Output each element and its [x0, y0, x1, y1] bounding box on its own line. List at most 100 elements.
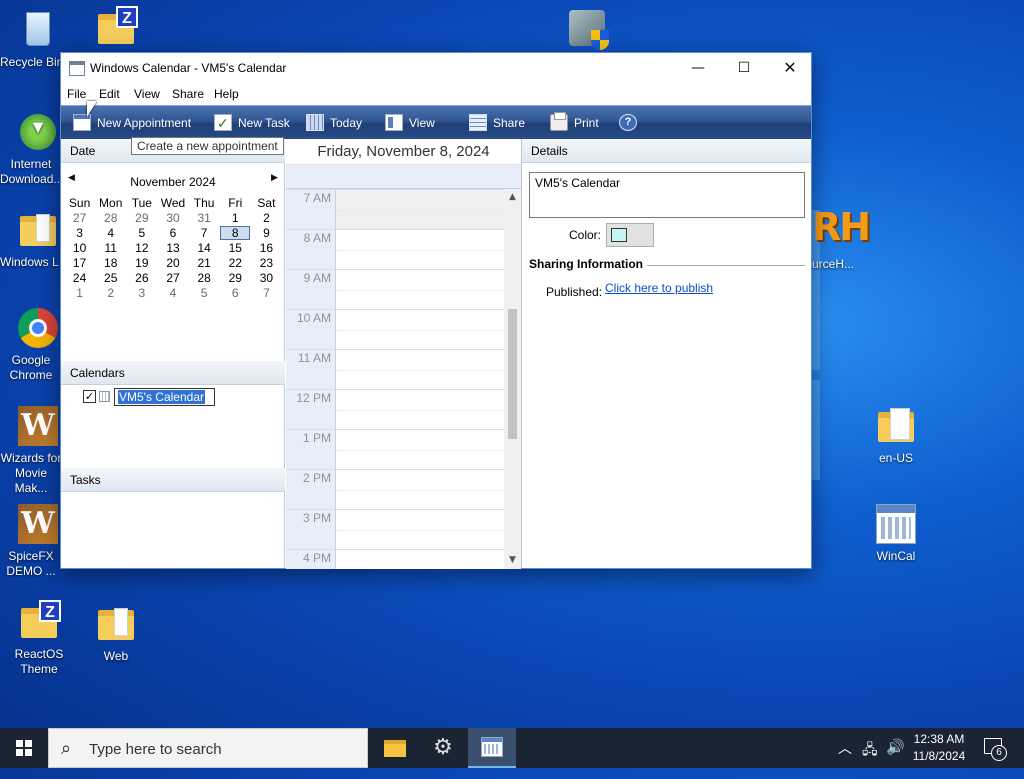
calendar-name-edit-field[interactable]: VM5's Calendar — [114, 388, 215, 406]
calendar-day-cell[interactable]: 23 — [251, 255, 282, 270]
calendar-day-cell[interactable]: 8 — [220, 225, 251, 240]
calendar-day-cell[interactable]: 27 — [157, 270, 188, 285]
calendar-day-cell[interactable]: 5 — [126, 225, 157, 240]
calendar-day-cell[interactable]: 28 — [189, 270, 220, 285]
calendar-day-cell[interactable]: 18 — [95, 255, 126, 270]
calendar-day-number: 31 — [197, 210, 211, 225]
hour-time-slot[interactable] — [336, 550, 504, 569]
gear-icon: ⚙ — [433, 735, 453, 760]
calendar-day-cell[interactable]: 22 — [220, 255, 251, 270]
help-button[interactable]: ? — [619, 113, 637, 133]
calendar-name-field[interactable]: VM5's Calendar — [529, 172, 805, 218]
calendar-day-number: 22 — [228, 255, 242, 270]
taskbar-search-box[interactable]: ⌕ Type here to search — [48, 728, 368, 768]
calendar-day-cell[interactable]: 2 — [95, 285, 126, 300]
windows-calendar-window: Windows Calendar - VM5's Calendar — ☐ ✕ … — [60, 52, 812, 569]
calendar-app-icon — [481, 737, 503, 757]
maximize-button[interactable]: ☐ — [721, 53, 767, 83]
calendar-day-cell[interactable]: 7 — [251, 285, 282, 300]
calendar-day-cell[interactable]: 20 — [157, 255, 188, 270]
next-month-button[interactable]: ▶ — [271, 173, 278, 183]
half-hour-divider — [336, 330, 504, 331]
view-icon — [385, 114, 403, 131]
desktop-icon-shield-app[interactable] — [563, 6, 611, 53]
all-day-events-area[interactable] — [286, 165, 521, 189]
calendar-day-cell[interactable]: 4 — [95, 225, 126, 240]
calendar-visibility-checkbox[interactable]: ✓ — [83, 390, 96, 403]
scroll-thumb[interactable] — [508, 309, 517, 439]
hour-label: 1 PM — [286, 430, 336, 470]
calendar-day-cell[interactable]: 24 — [64, 270, 95, 285]
menu-edit[interactable]: Edit — [99, 87, 120, 101]
desktop-icon-reactos-theme[interactable]: Z ReactOS Theme — [1, 600, 77, 677]
calendar-day-cell[interactable]: 25 — [95, 270, 126, 285]
title-bar[interactable]: Windows Calendar - VM5's Calendar — ☐ ✕ — [61, 53, 811, 83]
calendar-day-cell[interactable]: 29 — [126, 210, 157, 225]
calendar-day-cell[interactable]: 10 — [64, 240, 95, 255]
calendar-day-cell[interactable]: 30 — [251, 270, 282, 285]
calendar-day-cell[interactable]: 3 — [64, 225, 95, 240]
calendar-day-cell[interactable]: 9 — [251, 225, 282, 240]
hour-row: 3 PM — [286, 509, 504, 550]
calendar-day-cell[interactable]: 6 — [220, 285, 251, 300]
calendar-day-cell[interactable]: 1 — [64, 285, 95, 300]
view-button[interactable]: View — [385, 113, 435, 133]
volume-icon[interactable]: 🔊 — [886, 738, 905, 778]
resource-hacker-icon[interactable]: RH — [812, 205, 871, 249]
calendar-week-row: 24 25 26 27 28 29 30 — [64, 270, 282, 285]
calendar-day-cell[interactable]: 6 — [157, 225, 188, 240]
today-button[interactable]: Today — [306, 113, 362, 133]
scroll-down-arrow-icon[interactable]: ▼ — [504, 552, 521, 569]
publish-link[interactable]: Click here to publish — [605, 281, 713, 295]
calendar-day-cell[interactable]: 31 — [189, 210, 220, 225]
desktop-icon-wincal[interactable]: WinCal — [858, 502, 934, 564]
calendar-day-cell[interactable]: 2 — [251, 210, 282, 225]
desktop-icon-zip-folder-top[interactable]: Z — [78, 6, 154, 53]
close-button[interactable]: ✕ — [767, 53, 813, 83]
taskbar-windows-calendar[interactable] — [468, 728, 516, 768]
menu-file[interactable]: File — [67, 87, 86, 101]
calendar-day-cell[interactable]: 15 — [220, 240, 251, 255]
calendar-day-cell[interactable]: 26 — [126, 270, 157, 285]
color-picker-button[interactable] — [606, 223, 654, 247]
hour-label: 9 AM — [286, 270, 336, 310]
desktop-icon-en-us[interactable]: en-US — [858, 404, 934, 466]
minimize-button[interactable]: — — [675, 53, 721, 83]
calendar-day-cell[interactable]: 7 — [189, 225, 220, 240]
calendar-day-cell[interactable]: 13 — [157, 240, 188, 255]
calendar-day-cell[interactable]: 5 — [189, 285, 220, 300]
calendar-day-cell[interactable]: 16 — [251, 240, 282, 255]
calendar-day-cell[interactable]: 17 — [64, 255, 95, 270]
taskbar-settings[interactable]: ⚙ — [419, 728, 467, 768]
menu-share[interactable]: Share — [172, 87, 204, 101]
day-view-scrollbar[interactable]: ▲ ▼ — [504, 189, 521, 569]
menu-help[interactable]: Help — [214, 87, 239, 101]
taskbar-file-explorer[interactable] — [370, 728, 418, 768]
calendar-day-cell[interactable]: 12 — [126, 240, 157, 255]
start-button[interactable] — [0, 728, 48, 768]
calendar-day-cell[interactable]: 21 — [189, 255, 220, 270]
calendar-day-cell[interactable]: 30 — [157, 210, 188, 225]
calendar-day-cell[interactable]: 27 — [64, 210, 95, 225]
calendar-day-cell[interactable]: 3 — [126, 285, 157, 300]
system-clock[interactable]: 12:38 AM 11/8/2024 — [906, 731, 972, 765]
calendar-day-cell[interactable]: 28 — [95, 210, 126, 225]
calendar-day-cell[interactable]: 1 — [220, 210, 251, 225]
scroll-up-arrow-icon[interactable]: ▲ — [504, 189, 521, 206]
calendar-day-cell[interactable]: 29 — [220, 270, 251, 285]
calendar-day-cell[interactable]: 14 — [189, 240, 220, 255]
desktop-icon-label: WinCal — [876, 549, 916, 563]
calendar-day-cell[interactable]: 11 — [95, 240, 126, 255]
menu-view[interactable]: View — [134, 87, 160, 101]
hour-label: 7 AM — [286, 190, 336, 230]
calendar-list-item[interactable]: ✓ VM5's Calendar — [83, 388, 243, 406]
calendar-day-cell[interactable]: 19 — [126, 255, 157, 270]
show-hidden-icons-chevron-icon[interactable]: ︿ — [838, 738, 852, 778]
calendar-week-row: 3 4 5 6 789 — [64, 225, 282, 240]
desktop-icon-web[interactable]: Web — [78, 602, 154, 664]
new-task-button[interactable]: New Task — [214, 113, 290, 133]
print-button[interactable]: Print — [550, 112, 599, 133]
share-button[interactable]: Share — [469, 113, 525, 133]
calendar-day-cell[interactable]: 4 — [157, 285, 188, 300]
network-icon[interactable]: 🖧 — [862, 739, 878, 779]
